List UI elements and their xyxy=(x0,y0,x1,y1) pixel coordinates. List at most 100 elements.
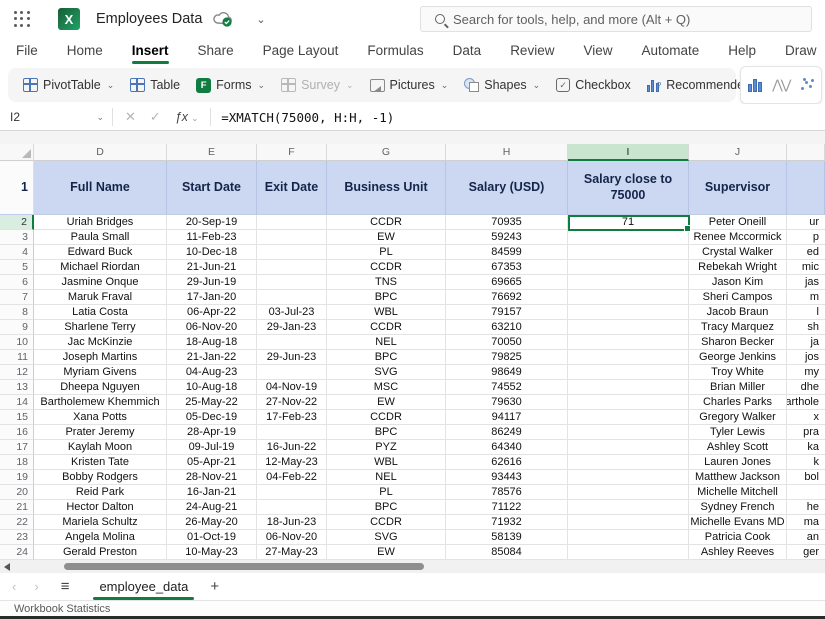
salary-close-cell[interactable] xyxy=(568,260,689,275)
menu-tab-view[interactable]: View xyxy=(583,43,612,62)
column-header-k[interactable] xyxy=(787,144,825,161)
salary-close-cell[interactable] xyxy=(568,455,689,470)
salary-close-cell[interactable] xyxy=(568,335,689,350)
select-all-corner[interactable] xyxy=(0,144,34,161)
insert-function-icon[interactable]: ƒx ⌄ xyxy=(175,110,198,124)
column-header-I[interactable]: I xyxy=(568,144,689,161)
exit-date-cell[interactable] xyxy=(257,230,327,245)
salary-close-cell[interactable] xyxy=(568,305,689,320)
row-header-16[interactable]: 16 xyxy=(0,425,34,440)
start-date-cell[interactable]: 20-Sep-19 xyxy=(167,215,257,230)
salary-cell[interactable]: 62616 xyxy=(446,455,568,470)
exit-date-cell[interactable] xyxy=(257,260,327,275)
supervisor-cell[interactable]: Ashley Reeves xyxy=(689,545,787,560)
exit-date-cell[interactable] xyxy=(257,215,327,230)
overflow-text-cell[interactable]: jos xyxy=(787,350,825,365)
business-unit-cell[interactable]: EW xyxy=(327,395,446,410)
exit-date-cell[interactable]: 04-Feb-22 xyxy=(257,470,327,485)
business-unit-cell[interactable]: SVG xyxy=(327,365,446,380)
business-unit-cell[interactable]: NEL xyxy=(327,335,446,350)
shapes-button[interactable]: Shapes⌄ xyxy=(457,71,547,99)
salary-cell[interactable]: 71932 xyxy=(446,515,568,530)
column-header-D[interactable]: D xyxy=(34,144,167,161)
business-unit-cell[interactable]: CCDR xyxy=(327,515,446,530)
salary-cell[interactable]: 79157 xyxy=(446,305,568,320)
salary-cell[interactable]: 71122 xyxy=(446,500,568,515)
row-header-4[interactable]: 4 xyxy=(0,245,34,260)
row-header-21[interactable]: 21 xyxy=(0,500,34,515)
salary-close-cell[interactable] xyxy=(568,470,689,485)
business-unit-cell[interactable]: CCDR xyxy=(327,215,446,230)
salary-close-cell[interactable] xyxy=(568,530,689,545)
salary-close-cell[interactable] xyxy=(568,485,689,500)
overflow-text-cell[interactable]: arthole xyxy=(787,395,825,410)
menu-tab-insert[interactable]: Insert xyxy=(132,43,169,62)
exit-date-cell[interactable]: 03-Jul-23 xyxy=(257,305,327,320)
excel-logo-icon[interactable]: X xyxy=(58,8,80,30)
supervisor-cell[interactable]: Michelle Evans MD xyxy=(689,515,787,530)
scatter-chart-icon[interactable] xyxy=(800,78,814,92)
salary-cell[interactable]: 86249 xyxy=(446,425,568,440)
table-button[interactable]: Table xyxy=(123,71,187,99)
overflow-text-cell[interactable]: ed xyxy=(787,245,825,260)
salary-close-cell[interactable] xyxy=(568,275,689,290)
overflow-text-cell[interactable]: an xyxy=(787,530,825,545)
exit-date-cell[interactable]: 12-May-23 xyxy=(257,455,327,470)
start-date-cell[interactable]: 18-Aug-18 xyxy=(167,335,257,350)
business-unit-cell[interactable]: NEL xyxy=(327,470,446,485)
exit-date-cell[interactable] xyxy=(257,275,327,290)
salary-close-cell[interactable] xyxy=(568,365,689,380)
salary-cell[interactable]: 76692 xyxy=(446,290,568,305)
full-name-cell[interactable]: Dheepa Nguyen xyxy=(34,380,167,395)
sheet-tab-employee-data[interactable]: employee_data xyxy=(93,575,194,599)
start-date-cell[interactable]: 04-Aug-23 xyxy=(167,365,257,380)
app-launcher-icon[interactable] xyxy=(12,9,32,29)
salary-close-cell[interactable] xyxy=(568,230,689,245)
menu-tab-share[interactable]: Share xyxy=(198,43,234,62)
start-date-cell[interactable]: 10-Aug-18 xyxy=(167,380,257,395)
full-name-cell[interactable]: Maruk Fraval xyxy=(34,290,167,305)
supervisor-cell[interactable]: Brian Miller xyxy=(689,380,787,395)
exit-date-cell[interactable]: 29-Jan-23 xyxy=(257,320,327,335)
business-unit-cell[interactable]: TNS xyxy=(327,275,446,290)
salary-cell[interactable]: 78576 xyxy=(446,485,568,500)
overflow-text-cell[interactable]: my xyxy=(787,365,825,380)
start-date-cell[interactable]: 17-Jan-20 xyxy=(167,290,257,305)
full-name-cell[interactable]: Jac McKinzie xyxy=(34,335,167,350)
checkbox-button[interactable]: ✓Checkbox xyxy=(549,71,638,99)
full-name-cell[interactable]: Kaylah Moon xyxy=(34,440,167,455)
supervisor-cell[interactable]: Rebekah Wright xyxy=(689,260,787,275)
full-name-cell[interactable]: Prater Jeremy xyxy=(34,425,167,440)
supervisor-cell[interactable]: Jason Kim xyxy=(689,275,787,290)
overflow-text-cell[interactable]: k xyxy=(787,455,825,470)
salary-close-cell[interactable] xyxy=(568,425,689,440)
supervisor-cell[interactable]: Renee Mccormick xyxy=(689,230,787,245)
menu-tab-draw[interactable]: Draw xyxy=(785,43,817,62)
salary-cell[interactable]: 58139 xyxy=(446,530,568,545)
salary-close-cell[interactable] xyxy=(568,290,689,305)
overflow-text-cell[interactable]: bol xyxy=(787,470,825,485)
exit-date-cell[interactable] xyxy=(257,365,327,380)
start-date-cell[interactable]: 28-Nov-21 xyxy=(167,470,257,485)
row-header-15[interactable]: 15 xyxy=(0,410,34,425)
overflow-text-cell[interactable]: p xyxy=(787,230,825,245)
header-cell[interactable] xyxy=(787,161,825,215)
start-date-cell[interactable]: 16-Jan-21 xyxy=(167,485,257,500)
business-unit-cell[interactable]: CCDR xyxy=(327,260,446,275)
salary-cell[interactable]: 84599 xyxy=(446,245,568,260)
workbook-statistics-button[interactable]: Workbook Statistics xyxy=(14,603,110,615)
business-unit-cell[interactable]: BPC xyxy=(327,290,446,305)
salary-cell[interactable]: 98649 xyxy=(446,365,568,380)
start-date-cell[interactable]: 05-Dec-19 xyxy=(167,410,257,425)
exit-date-cell[interactable]: 16-Jun-22 xyxy=(257,440,327,455)
start-date-cell[interactable]: 06-Nov-20 xyxy=(167,320,257,335)
exit-date-cell[interactable]: 06-Nov-20 xyxy=(257,530,327,545)
confirm-entry-icon[interactable]: ✓ xyxy=(150,109,161,125)
row-header-22[interactable]: 22 xyxy=(0,515,34,530)
start-date-cell[interactable]: 29-Jun-19 xyxy=(167,275,257,290)
supervisor-cell[interactable]: Gregory Walker xyxy=(689,410,787,425)
salary-close-cell[interactable] xyxy=(568,440,689,455)
sheet-nav-next-icon[interactable]: › xyxy=(34,579,38,594)
column-header-G[interactable]: G xyxy=(327,144,446,161)
exit-date-cell[interactable] xyxy=(257,485,327,500)
